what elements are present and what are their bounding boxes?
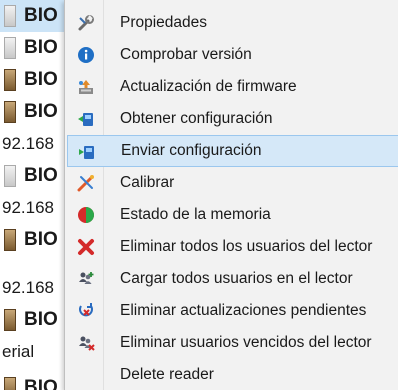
device-icon [4, 5, 16, 27]
device-row-label: 92.168 [2, 198, 54, 217]
send-config-icon [78, 143, 96, 161]
calibrate-icon [77, 174, 95, 192]
device-icon [4, 309, 16, 331]
menu-item-label: Comprobar versión [120, 46, 252, 63]
remove-expired-users-icon [77, 334, 95, 352]
menu-item-actualizacion-firmware[interactable]: Actualización de firmware [67, 71, 398, 103]
device-row-label: 92.168 [2, 278, 54, 297]
info-icon [77, 46, 95, 64]
load-users-icon [77, 270, 95, 288]
context-menu: Propiedades Comprobar versión Actualizac… [64, 0, 398, 390]
device-row-label: BIO [24, 37, 58, 58]
menu-item-label: Calibrar [120, 174, 175, 191]
device-row-label: BIO [24, 101, 58, 122]
device-row-label: 92.168 [2, 134, 54, 153]
menu-item-cargar-usuarios[interactable]: Cargar todos usuarios en el lector [67, 263, 398, 295]
memory-pie-icon [77, 206, 95, 224]
menu-item-label: Estado de la memoria [120, 206, 271, 223]
device-row-label: BIO [24, 5, 58, 26]
menu-item-eliminar-usuarios-vencidos[interactable]: Eliminar usuarios vencidos del lector [67, 327, 398, 359]
device-row-label: BIO [24, 69, 58, 90]
device-row-label: BIO [24, 165, 58, 186]
device-row-label: erial [2, 342, 35, 361]
menu-item-estado-memoria[interactable]: Estado de la memoria [67, 199, 398, 231]
menu-item-delete-reader[interactable]: Delete reader [67, 359, 398, 390]
menu-item-label: Eliminar usuarios vencidos del lector [120, 334, 372, 351]
device-icon [4, 69, 16, 91]
device-row-label: BIO [24, 229, 58, 250]
menu-item-comprobar-version[interactable]: Comprobar versión [67, 39, 398, 71]
menu-item-label: Eliminar actualizaciones pendientes [120, 302, 367, 319]
device-row-label: BIO [24, 309, 58, 330]
get-config-icon [77, 110, 95, 128]
device-icon [4, 165, 16, 187]
menu-item-calibrar[interactable]: Calibrar [67, 167, 398, 199]
device-icon [4, 377, 16, 390]
menu-item-enviar-configuracion[interactable]: Enviar configuración [67, 135, 398, 167]
device-icon [4, 229, 16, 251]
menu-item-eliminar-todos-usuarios[interactable]: Eliminar todos los usuarios del lector [67, 231, 398, 263]
device-icon [4, 37, 16, 59]
device-row-label: BIO [24, 377, 58, 390]
firmware-update-icon [77, 78, 95, 96]
menu-item-label: Actualización de firmware [120, 78, 297, 95]
menu-item-label: Enviar configuración [121, 142, 262, 159]
menu-item-label: Delete reader [120, 366, 214, 383]
menu-item-label: Cargar todos usuarios en el lector [120, 270, 353, 287]
menu-item-label: Eliminar todos los usuarios del lector [120, 238, 373, 255]
remove-pending-icon [77, 302, 95, 320]
menu-item-eliminar-actualizaciones[interactable]: Eliminar actualizaciones pendientes [67, 295, 398, 327]
device-icon [4, 101, 16, 123]
delete-x-icon [77, 238, 95, 256]
menu-item-obtener-configuracion[interactable]: Obtener configuración [67, 103, 398, 135]
menu-item-label: Obtener configuración [120, 110, 273, 127]
menu-item-propiedades[interactable]: Propiedades [67, 7, 398, 39]
wrench-icon [77, 14, 95, 32]
screenshot-stage: BIO BIO BIO BIO 92.168 BIO 92.168 BIO 92… [0, 0, 398, 390]
menu-item-label: Propiedades [120, 14, 208, 31]
